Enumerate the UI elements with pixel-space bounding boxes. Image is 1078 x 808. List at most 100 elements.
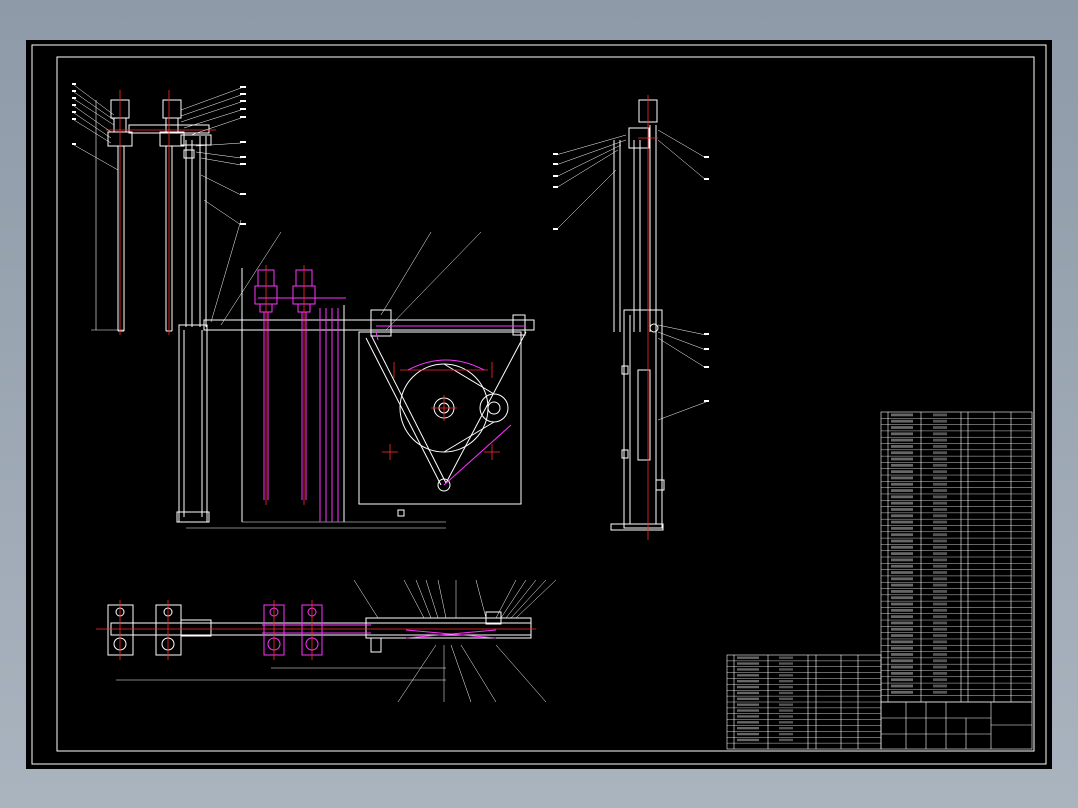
parts-list-entry-mark bbox=[933, 552, 947, 555]
parts-list-entry-mark bbox=[891, 533, 913, 537]
parts-list-entry-mark bbox=[891, 627, 913, 631]
title-block bbox=[880, 701, 1033, 750]
parts-list-entry-mark bbox=[779, 727, 793, 730]
parts-list-entry-mark bbox=[933, 432, 947, 436]
cad-viewport[interactable] bbox=[26, 40, 1052, 769]
parts-list-entry-mark bbox=[933, 463, 947, 467]
balloon-marks bbox=[72, 83, 709, 402]
parts-list-entry-mark bbox=[891, 552, 913, 555]
parts-list-entry-mark bbox=[891, 671, 913, 675]
parts-list-entry-mark bbox=[891, 646, 913, 650]
parts-list-entry-mark bbox=[933, 495, 947, 499]
plan-view-highlight bbox=[262, 604, 497, 656]
parts-list-entry-mark bbox=[737, 697, 759, 700]
parts-list-entry-mark bbox=[891, 571, 913, 574]
parts-list-entry-mark bbox=[933, 470, 947, 474]
parts-list-entry-mark bbox=[891, 526, 913, 530]
parts-list-entry-mark bbox=[891, 419, 913, 423]
parts-list-entry-mark bbox=[933, 558, 947, 562]
parts-list-entry-mark bbox=[779, 709, 793, 712]
parts-list-entry-mark bbox=[891, 545, 913, 549]
parts-list-entry-mark bbox=[933, 684, 947, 688]
parts-list-entry-mark bbox=[933, 501, 947, 505]
parts-list-entry-mark bbox=[891, 432, 913, 436]
parts-list-entry-mark bbox=[933, 489, 947, 492]
parts-list-entry-mark bbox=[891, 495, 913, 499]
parts-list-entry-mark bbox=[891, 596, 913, 600]
parts-list-entry-mark bbox=[891, 470, 913, 474]
plan-view-centerlines bbox=[96, 600, 536, 660]
parts-list-entry-mark bbox=[933, 539, 947, 543]
parts-list-entry-mark bbox=[891, 665, 913, 669]
parts-list-entry-mark bbox=[933, 438, 947, 442]
main-assembly-centerlines bbox=[265, 265, 500, 505]
parts-list-entry-mark bbox=[737, 668, 759, 671]
parts-list-entry-mark bbox=[933, 413, 947, 417]
parts-list-entry-mark bbox=[779, 691, 793, 695]
parts-list-entry-mark bbox=[737, 732, 759, 736]
parts-list-entry-mark bbox=[891, 539, 913, 543]
parts-list-entry-mark bbox=[933, 690, 947, 694]
parts-list-entry-mark bbox=[891, 564, 913, 568]
parts-list-entry-mark bbox=[891, 608, 913, 612]
parts-list-entry-mark bbox=[737, 674, 759, 677]
parts-list-entry-mark bbox=[891, 659, 913, 663]
parts-list-entry-mark bbox=[891, 602, 913, 606]
parts-list-entry-mark bbox=[891, 621, 913, 625]
side-view-leaders bbox=[555, 129, 707, 421]
front-view-leaders bbox=[73, 84, 242, 226]
parts-list-entry-mark bbox=[933, 646, 947, 650]
parts-list-entry-mark bbox=[933, 590, 947, 593]
parts-list-entry-mark bbox=[933, 627, 947, 631]
parts-list-entry-mark bbox=[737, 685, 759, 689]
side-view bbox=[610, 99, 665, 531]
parts-list-entry-mark bbox=[933, 564, 947, 568]
main-assembly-drill-units bbox=[254, 269, 526, 522]
parts-list-entry-mark bbox=[737, 656, 759, 659]
parts-list-entry-mark bbox=[891, 678, 913, 682]
parts-list-entry-mark bbox=[933, 653, 947, 656]
parts-list-entry-mark bbox=[933, 482, 947, 486]
parts-list-entry-mark bbox=[891, 520, 913, 524]
parts-list-entry-mark bbox=[891, 583, 913, 587]
parts-list-entry-mark bbox=[737, 662, 759, 665]
parts-list-entry-mark bbox=[737, 738, 759, 742]
parts-list-entry-mark bbox=[891, 476, 913, 480]
parts-list-entry-mark bbox=[891, 615, 913, 619]
parts-list-entry-mark bbox=[933, 602, 947, 606]
parts-list-entry-mark bbox=[891, 514, 913, 518]
parts-list-entry-mark bbox=[933, 445, 947, 448]
parts-list-entry-mark bbox=[891, 684, 913, 688]
parts-list-entry-mark bbox=[779, 715, 793, 718]
parts-list-entry-mark bbox=[933, 545, 947, 549]
parts-list-upper-rows bbox=[881, 413, 1032, 696]
parts-list-entry-mark bbox=[737, 691, 759, 695]
parts-list-entry-mark bbox=[779, 662, 793, 665]
parts-list-entry-mark bbox=[891, 501, 913, 505]
parts-list-entry-mark bbox=[933, 634, 947, 637]
main-assembly-leaders bbox=[210, 219, 482, 331]
parts-list-entry-mark bbox=[933, 571, 947, 574]
parts-list-entry-mark bbox=[737, 709, 759, 712]
parts-list-entry-mark bbox=[737, 680, 759, 683]
parts-list-entry-mark bbox=[779, 738, 793, 742]
parts-list-entry-mark bbox=[933, 577, 947, 581]
parts-list-entry-mark bbox=[933, 678, 947, 682]
parts-list-entry-mark bbox=[737, 715, 759, 718]
parts-list-entry-mark bbox=[891, 451, 913, 455]
parts-list-entry-mark bbox=[933, 621, 947, 625]
front-view bbox=[91, 99, 212, 332]
parts-list-entry-mark bbox=[891, 640, 913, 644]
plan-view-leaders bbox=[353, 579, 557, 703]
parts-list-entry-mark bbox=[779, 680, 793, 683]
parts-list-entry-mark bbox=[933, 520, 947, 524]
parts-list-entry-mark bbox=[933, 671, 947, 675]
parts-list-entry-mark bbox=[933, 615, 947, 619]
parts-list-entry-mark bbox=[891, 508, 913, 511]
parts-list-entry-mark bbox=[891, 558, 913, 562]
parts-list-entry-mark bbox=[891, 653, 913, 656]
parts-list-entry-mark bbox=[891, 634, 913, 637]
parts-list-entry-mark bbox=[779, 732, 793, 736]
side-view-centerlines bbox=[638, 95, 658, 540]
parts-list-entry-mark bbox=[779, 674, 793, 677]
